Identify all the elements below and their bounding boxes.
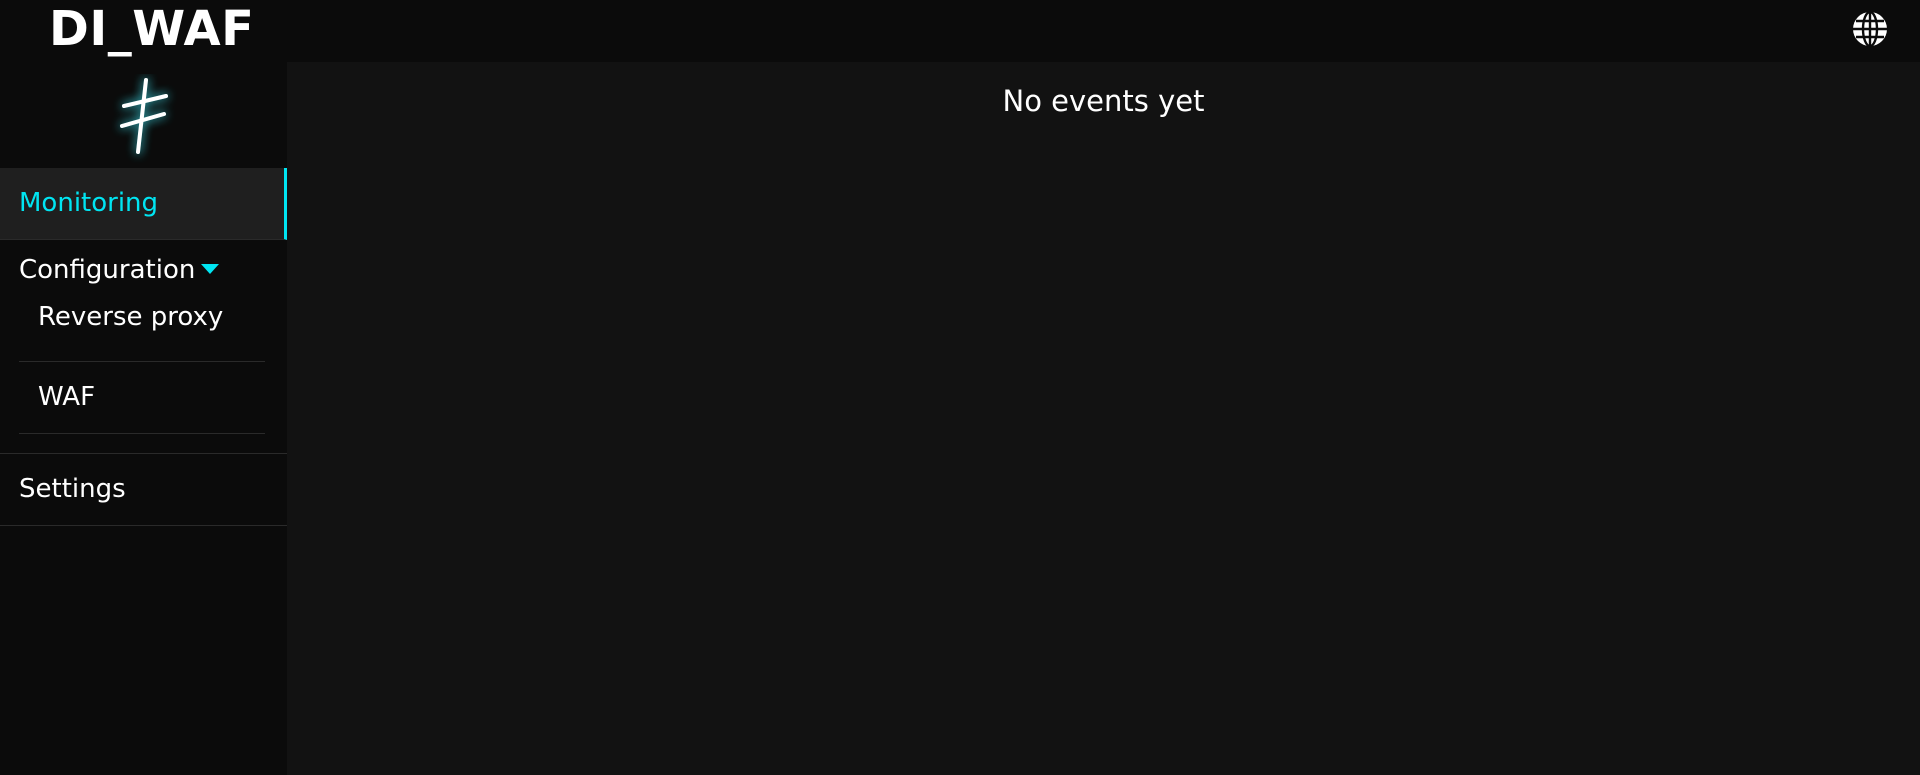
app-title: DI_WAF: [49, 1, 255, 57]
top-bar: DI_WAF: [0, 0, 1920, 62]
sidebar-item-label: Monitoring: [19, 188, 159, 218]
sidebar-item-settings[interactable]: Settings: [0, 454, 287, 526]
sidebar-item-label: Settings: [19, 474, 126, 504]
sidebar-item-monitoring[interactable]: Monitoring: [0, 168, 287, 240]
main-content: No events yet: [287, 62, 1920, 775]
sidebar-subitem-label: Reverse proxy: [38, 302, 224, 332]
sidebar-subitem-reverse-proxy[interactable]: Reverse proxy: [19, 285, 265, 362]
caret-down-icon: [201, 263, 220, 274]
empty-state-message: No events yet: [1002, 84, 1205, 118]
logo: [104, 74, 184, 164]
sidebar-subitem-waf[interactable]: WAF: [19, 362, 265, 434]
globe-icon[interactable]: [1851, 10, 1889, 48]
sidebar: Monitoring Configuration Reverse proxy W…: [0, 62, 287, 775]
sidebar-subitem-label: WAF: [38, 382, 96, 412]
sidebar-item-label: Configuration: [19, 255, 196, 285]
